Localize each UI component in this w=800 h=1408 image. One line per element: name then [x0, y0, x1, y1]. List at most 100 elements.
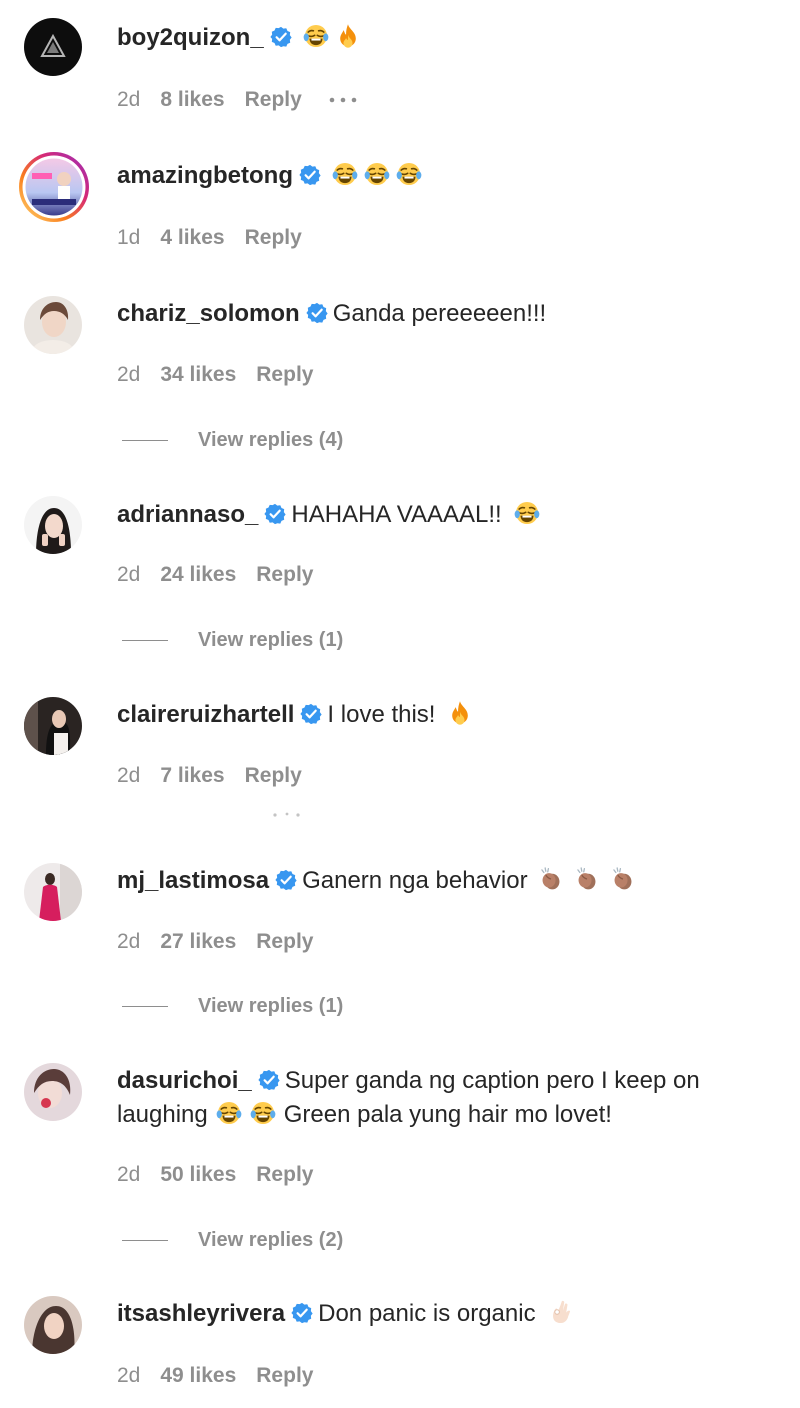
avatar-image	[24, 496, 82, 554]
comment-text-line: chariz_solomon Ganda pereeeeen!!!	[117, 297, 760, 331]
likes-count[interactable]: 8 likes	[160, 88, 224, 111]
comment-time: 2d	[117, 88, 141, 111]
username[interactable]: adriannaso_	[117, 501, 258, 528]
verified-badge-icon	[300, 703, 322, 725]
replies-divider-line	[122, 640, 168, 642]
laughing-crying-emoji	[303, 23, 329, 49]
likes-count[interactable]: 49 likes	[160, 1364, 236, 1387]
username[interactable]: claireruizhartell	[117, 701, 294, 728]
avatar[interactable]	[24, 697, 82, 755]
reply-button[interactable]: Reply	[245, 226, 302, 249]
avatar[interactable]	[24, 496, 82, 554]
reply-button[interactable]: Reply	[256, 1364, 313, 1387]
view-replies-button[interactable]: View replies (4)	[122, 427, 343, 453]
more-options-icon[interactable]	[328, 95, 358, 105]
divider-dots	[273, 812, 300, 817]
likes-count[interactable]: 27 likes	[160, 930, 236, 953]
avatar[interactable]	[24, 296, 82, 354]
avatar-image	[24, 1296, 82, 1354]
comment-time: 2d	[117, 563, 141, 586]
avatar-image	[24, 863, 82, 921]
comment-time: 2d	[117, 1364, 141, 1387]
comment-time: 1d	[117, 226, 141, 249]
fire-emoji	[447, 700, 473, 726]
laughing-crying-emoji	[364, 161, 390, 187]
comment-body-continued: Green pala yung hair mo lovet!	[283, 1101, 612, 1128]
replies-divider-line	[122, 1240, 168, 1242]
avatar-image	[24, 1063, 82, 1121]
comment-text-line: boy2quizon_	[117, 21, 760, 55]
comment-body: I love this!	[327, 701, 436, 728]
comment-text-line: amazingbetong	[117, 159, 760, 193]
avatar-image	[19, 152, 89, 222]
laughing-crying-emoji	[250, 1100, 276, 1126]
view-replies-label: View replies (1)	[198, 629, 344, 651]
avatar-image	[24, 697, 82, 755]
comment-time: 2d	[117, 930, 141, 953]
comment-meta: 1d 4 likes Reply	[117, 225, 322, 251]
verified-badge-icon	[299, 164, 321, 186]
verified-badge-icon	[264, 503, 286, 525]
laughing-crying-emoji	[396, 161, 422, 187]
username[interactable]: mj_lastimosa	[117, 867, 269, 894]
comment-time: 2d	[117, 1163, 141, 1186]
avatar-image	[24, 18, 82, 76]
username[interactable]: amazingbetong	[117, 162, 293, 189]
comment-body: HAHAHA VAAAAL!!	[291, 501, 502, 528]
verified-badge-icon	[275, 869, 297, 891]
verified-badge-icon	[270, 26, 292, 48]
reply-button[interactable]: Reply	[245, 88, 302, 111]
likes-count[interactable]: 7 likes	[160, 764, 224, 787]
reply-button[interactable]: Reply	[256, 563, 313, 586]
username[interactable]: dasurichoi_	[117, 1067, 252, 1094]
fire-emoji	[335, 23, 361, 49]
comment-body: Ganda pereeeeen!!!	[332, 300, 547, 327]
likes-count[interactable]: 24 likes	[160, 563, 236, 586]
view-replies-label: View replies (4)	[198, 429, 344, 451]
avatar[interactable]	[24, 863, 82, 921]
clapping-hands-emoji	[574, 866, 600, 892]
verified-badge-icon	[306, 302, 328, 324]
likes-count[interactable]: 4 likes	[160, 226, 224, 249]
view-replies-button[interactable]: View replies (1)	[122, 993, 343, 1019]
avatar-image	[24, 296, 82, 354]
laughing-crying-emoji	[332, 161, 358, 187]
comment-meta: 2d 8 likes Reply	[117, 87, 358, 113]
reply-button[interactable]: Reply	[245, 764, 302, 787]
verified-badge-icon	[291, 1302, 313, 1324]
reply-button[interactable]: Reply	[256, 363, 313, 386]
comment-meta: 2d 27 likes Reply	[117, 929, 333, 955]
comment-time: 2d	[117, 764, 141, 787]
comment-body: Don panic is organic	[318, 1300, 536, 1327]
comment-body: Ganern nga behavior	[302, 867, 528, 894]
view-replies-label: View replies (1)	[198, 995, 344, 1017]
view-replies-button[interactable]: View replies (2)	[122, 1227, 343, 1253]
view-replies-label: View replies (2)	[198, 1229, 344, 1251]
clapping-hands-emoji	[610, 866, 636, 892]
username[interactable]: itsashleyrivera	[117, 1300, 285, 1327]
comment-text-line: mj_lastimosa Ganern nga behavior	[117, 864, 760, 898]
avatar[interactable]	[18, 151, 90, 223]
verified-badge-icon	[258, 1069, 280, 1091]
comment-time: 2d	[117, 363, 141, 386]
username[interactable]: chariz_solomon	[117, 300, 300, 327]
comment-meta: 2d 34 likes Reply	[117, 362, 333, 388]
comment-text-line: itsashleyrivera Don panic is organic	[117, 1297, 760, 1331]
reply-button[interactable]: Reply	[256, 1163, 313, 1186]
view-replies-button[interactable]: View replies (1)	[122, 627, 343, 653]
avatar[interactable]	[24, 1063, 82, 1121]
comment-meta: 2d 24 likes Reply	[117, 562, 333, 588]
comment-text-line: claireruizhartell I love this!	[117, 698, 760, 732]
comment-meta: 2d 49 likes Reply	[117, 1363, 333, 1389]
likes-count[interactable]: 34 likes	[160, 363, 236, 386]
comment-meta: 2d 50 likes Reply	[117, 1162, 333, 1188]
reply-button[interactable]: Reply	[256, 930, 313, 953]
laughing-crying-emoji	[216, 1100, 242, 1126]
likes-count[interactable]: 50 likes	[160, 1163, 236, 1186]
avatar[interactable]	[24, 1296, 82, 1354]
replies-divider-line	[122, 440, 168, 442]
clapping-hands-emoji	[538, 866, 564, 892]
username[interactable]: boy2quizon_	[117, 24, 264, 51]
avatar[interactable]	[24, 18, 82, 76]
comment-text-line: dasurichoi_ Super ganda ng caption pero I…	[117, 1064, 760, 1132]
